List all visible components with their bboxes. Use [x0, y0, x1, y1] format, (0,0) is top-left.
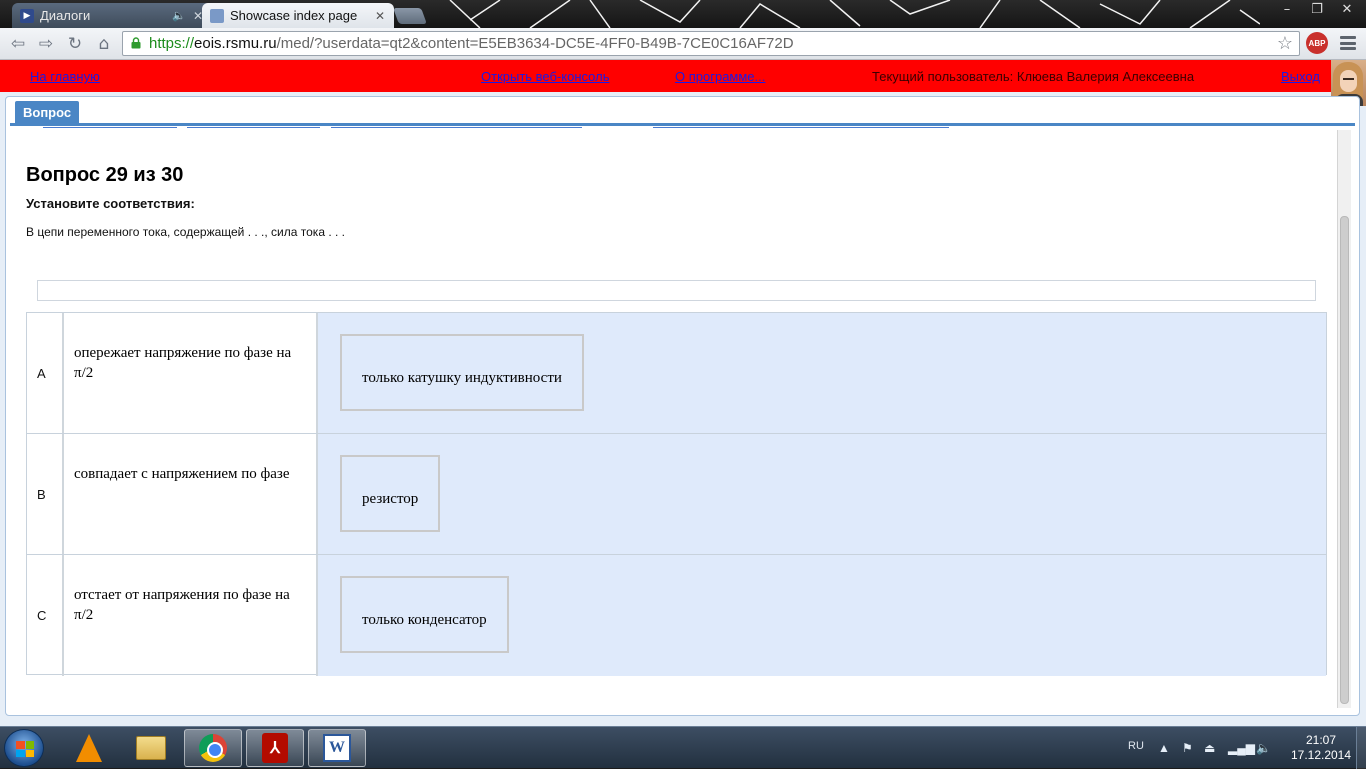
volume-icon[interactable]: 🔈 — [1256, 741, 1271, 755]
folder-icon — [136, 736, 166, 760]
panel-tab-question[interactable]: Вопрос — [15, 101, 80, 123]
scrollbar-thumb[interactable] — [1340, 216, 1349, 704]
tab-showcase[interactable]: Showcase index page ✕ — [202, 3, 394, 28]
home-icon[interactable]: ⌂ — [92, 33, 116, 55]
speaker-icon: 🔈 — [172, 10, 186, 22]
match-prompt: отстает от напряжения по фазе на π/2 — [64, 555, 318, 676]
reload-icon[interactable]: ↻ — [63, 33, 87, 55]
clock-time: 21:07 — [1305, 733, 1337, 747]
showcase-favicon-icon — [210, 8, 224, 23]
drop-zone[interactable]: только конденсатор — [318, 555, 1326, 676]
answer-pool-area[interactable] — [37, 280, 1316, 301]
lock-icon — [131, 37, 141, 49]
web-console-link[interactable]: Открыть веб-консоль — [481, 69, 609, 84]
home-link[interactable]: На главную — [30, 69, 100, 84]
new-tab-button[interactable] — [393, 8, 427, 24]
tab-dialogs[interactable]: ▶ Диалоги 🔈 ✕ — [12, 3, 212, 28]
bookmark-star-icon[interactable]: ☆ — [1277, 33, 1293, 54]
url-host: eois.rsmu.ru — [194, 35, 277, 52]
answer-card[interactable]: резистор — [340, 455, 441, 532]
logout-link[interactable]: Выход — [1281, 69, 1320, 84]
browser-titlebar: ▶ Диалоги 🔈 ✕ Showcase index page ✕ – ❐ … — [0, 0, 1366, 28]
match-letter: B — [27, 434, 64, 554]
taskbar-clock[interactable]: 21:07 17.12.2014 — [1290, 733, 1352, 763]
taskbar-explorer[interactable] — [122, 729, 180, 767]
page-scrollbar[interactable] — [1337, 130, 1351, 708]
dialogs-favicon-icon: ▶ — [20, 8, 34, 23]
matching-table: A опережает напряжение по фазе на π/2 то… — [26, 312, 1327, 676]
url-scheme: https:// — [149, 35, 195, 52]
match-prompt: опережает напряжение по фазе на π/2 — [64, 313, 318, 433]
question-panel: Вопрос Вопрос 29 из 30 Установите соотве… — [5, 96, 1360, 716]
start-button[interactable] — [4, 729, 44, 767]
vlc-icon — [76, 734, 102, 762]
answer-card[interactable]: только катушку индуктивности — [340, 334, 584, 411]
tab-label: Showcase index page — [230, 8, 358, 23]
question-title: Вопрос 29 из 30 — [26, 164, 184, 186]
match-row: B совпадает с напряжением по фазе резист… — [27, 434, 1326, 555]
clock-date: 17.12.2014 — [1290, 748, 1352, 762]
taskbar-word[interactable]: W — [308, 729, 366, 767]
forward-icon[interactable]: ⇨ — [34, 33, 58, 55]
adblock-extension-icon[interactable]: ABP — [1306, 32, 1328, 54]
chrome-menu-icon[interactable] — [1340, 36, 1356, 50]
address-bar[interactable]: https://eois.rsmu.ru/med/?userdata=qt2&c… — [122, 31, 1300, 56]
answer-card[interactable]: только конденсатор — [340, 576, 509, 653]
pdf-icon: ⅄ — [262, 733, 288, 763]
taskbar-chrome[interactable] — [184, 729, 242, 767]
url-path: /med/?userdata=qt2&content=E5EB3634-DC5E… — [276, 35, 794, 52]
panel-tab-underline — [10, 123, 1355, 126]
system-tray: RU ▲ ⚑ ⏏ ▂▄▆ 🔈 21:07 17.12.2014 — [1124, 727, 1364, 769]
taskbar-vlc[interactable] — [60, 729, 118, 767]
restore-icon[interactable]: ❐ — [1308, 2, 1326, 17]
word-icon: W — [323, 734, 351, 762]
question-text: В цепи переменного тока, содержащей . . … — [26, 225, 345, 239]
show-desktop-button[interactable] — [1356, 727, 1366, 769]
page-viewport: На главную Открыть веб-консоль О програм… — [0, 60, 1366, 726]
taskbar-acrobat[interactable]: ⅄ — [246, 729, 304, 767]
tray-expand-icon[interactable]: ▲ — [1158, 741, 1170, 755]
language-indicator[interactable]: RU — [1128, 740, 1144, 752]
tab-label: Диалоги — [40, 8, 91, 23]
question-instruction: Установите соответствия: — [26, 196, 195, 211]
match-prompt: совпадает с напряжением по фазе — [64, 434, 318, 554]
close-window-icon[interactable]: ✕ — [1338, 2, 1356, 17]
back-icon[interactable]: ⇦ — [6, 33, 30, 55]
drop-zone[interactable]: резистор — [318, 434, 1326, 554]
signal-icon[interactable]: ▂▄▆ — [1228, 741, 1255, 755]
usb-icon[interactable]: ⏏ — [1204, 741, 1215, 755]
theme-decoration — [449, 0, 1260, 28]
chrome-icon — [199, 734, 227, 762]
close-tab-icon[interactable]: ✕ — [372, 9, 388, 23]
current-user-label: Текущий пользователь: Клюева Валерия Але… — [872, 69, 1195, 84]
about-link[interactable]: О программе... — [675, 69, 765, 84]
taskbar: ⅄ W RU ▲ ⚑ ⏏ ▂▄▆ 🔈 21:07 17.12.2014 — [0, 726, 1366, 769]
browser-toolbar: ⇦ ⇨ ↻ ⌂ https://eois.rsmu.ru/med/?userda… — [0, 28, 1366, 60]
match-letter: C — [27, 555, 64, 676]
action-center-icon[interactable]: ⚑ — [1182, 741, 1193, 755]
match-row: A опережает напряжение по фазе на π/2 то… — [27, 313, 1326, 434]
drop-zone[interactable]: только катушку индуктивности — [318, 313, 1326, 433]
minimize-icon[interactable]: – — [1278, 2, 1296, 17]
site-header: На главную Открыть веб-консоль О програм… — [0, 60, 1366, 92]
match-letter: A — [27, 313, 64, 433]
windows-logo-icon — [16, 741, 34, 757]
window-controls: – ❐ ✕ — [1278, 2, 1356, 17]
match-row: C отстает от напряжения по фазе на π/2 т… — [27, 555, 1326, 676]
question-content: Вопрос 29 из 30 Установите соответствия:… — [12, 127, 1348, 712]
